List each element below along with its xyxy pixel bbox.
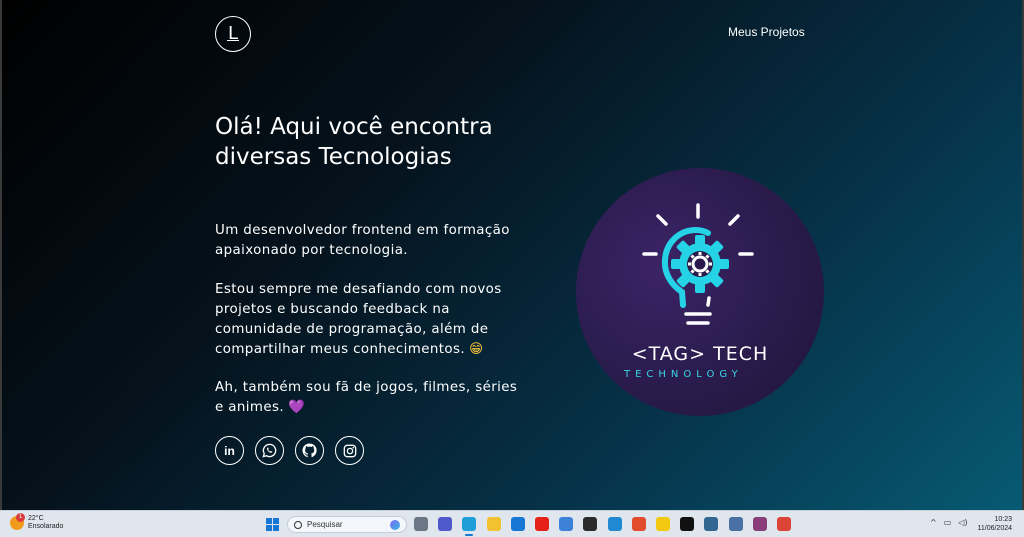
grin-emoji-icon: 😁 <box>469 342 484 357</box>
intro-text: Um desenvolvedor frontend em formação ap… <box>215 223 510 258</box>
site-logo[interactable]: L <box>215 16 251 52</box>
weather-desc: Ensolarado <box>28 523 64 530</box>
lightbulb-gear-icon <box>642 203 754 325</box>
whatsapp-button[interactable] <box>255 436 284 465</box>
youtube-icon[interactable] <box>535 517 549 531</box>
instagram-icon <box>343 444 356 457</box>
linkedin-button[interactable]: in <box>215 436 244 465</box>
tag-tech-logo: <TAG> TECH TECHNOLOGY <box>576 168 824 416</box>
weather-temp: 22°C <box>28 515 44 522</box>
teams-icon[interactable] <box>438 517 453 531</box>
hobbies-text: Ah, também sou fã de jogos, filmes, séri… <box>215 380 518 415</box>
nav-meus-projetos-link[interactable]: Meus Projetos <box>728 25 805 39</box>
taskbar-search-box[interactable]: Pesquisar <box>287 516 407 533</box>
search-icon <box>294 520 302 529</box>
sun-icon: 1 <box>10 513 25 530</box>
page-headline: Olá! Aqui você encontra diversas Tecnolo… <box>215 114 493 170</box>
logo-underline <box>227 39 239 41</box>
linkedin-icon: in <box>224 443 235 458</box>
challenge-paragraph: Estou sempre me desafiando com novos pro… <box>215 280 525 360</box>
weather-widget[interactable]: 1 22°C Ensolarado <box>10 513 63 531</box>
clock-date: 11/06/2024 <box>977 525 1012 532</box>
volume-icon[interactable]: ◁) <box>958 518 967 527</box>
chrome-icon[interactable] <box>777 517 791 531</box>
instagram-button[interactable] <box>335 436 364 465</box>
chevron-up-icon[interactable]: ^ <box>930 518 937 527</box>
file-explorer-icon[interactable] <box>486 517 501 531</box>
store-icon[interactable] <box>559 517 574 531</box>
system-tray: ^ ▭ ◁) <box>930 518 968 527</box>
brand-subtitle: TECHNOLOGY <box>624 369 743 380</box>
weather-text: 22°C Ensolarado <box>28 515 63 531</box>
challenge-text: Estou sempre me desafiando com novos pro… <box>215 282 502 357</box>
git-icon[interactable] <box>631 517 646 531</box>
winrar-icon[interactable] <box>752 517 767 531</box>
purple-heart-emoji-icon: 💜 <box>288 400 306 415</box>
social-links: in <box>215 436 364 465</box>
github-icon <box>302 443 317 458</box>
pgadmin-icon[interactable] <box>704 517 719 531</box>
database-icon[interactable] <box>728 517 743 531</box>
edge-icon[interactable] <box>462 517 477 536</box>
whatsapp-icon <box>262 443 277 458</box>
search-label: Pesquisar <box>307 520 343 529</box>
powerbi-icon[interactable] <box>656 517 670 531</box>
taskbar-clock[interactable]: 10:23 11/06/2024 <box>977 515 1012 533</box>
mail-icon[interactable] <box>510 517 525 531</box>
chrome-alt-icon[interactable] <box>583 517 598 531</box>
clock-time: 10:23 <box>994 516 1012 523</box>
hobbies-paragraph: Ah, também sou fã de jogos, filmes, séri… <box>215 378 525 418</box>
figma-icon[interactable] <box>680 517 695 531</box>
display-icon[interactable]: ▭ <box>944 518 952 527</box>
windows-logo-icon <box>266 518 272 524</box>
search-highlight-icon <box>390 520 400 530</box>
github-button[interactable] <box>295 436 324 465</box>
windows-taskbar: 1 22°C Ensolarado Pesquisar ^ ▭ ◁) 10:23… <box>0 510 1024 537</box>
weather-badge: 1 <box>16 513 25 522</box>
brand-name: <TAG> TECH <box>631 343 769 365</box>
start-button[interactable] <box>266 518 279 531</box>
intro-paragraph: Um desenvolvedor frontend em formação ap… <box>215 221 525 261</box>
browser-viewport: L Meus Projetos Olá! Aqui você encontra … <box>0 0 1024 510</box>
task-view-icon[interactable] <box>414 517 428 531</box>
vscode-icon[interactable] <box>607 517 622 531</box>
